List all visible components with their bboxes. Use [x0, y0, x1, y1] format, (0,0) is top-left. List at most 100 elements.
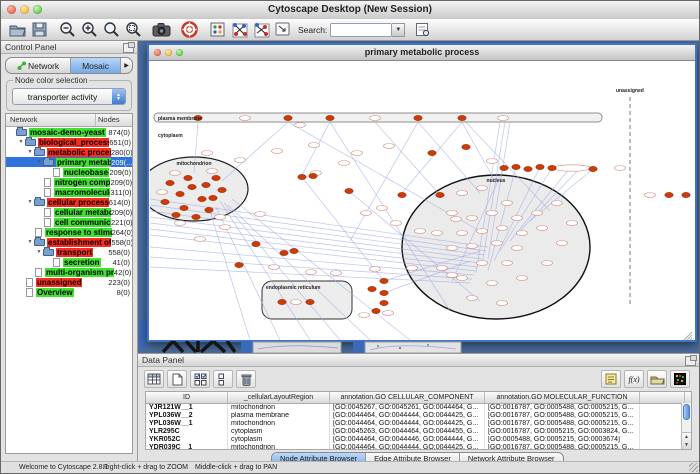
- network-canvas[interactable]: plasma membrane cytoplasm mitochondrion …: [150, 61, 694, 339]
- graph-label-node[interactable]: [451, 217, 462, 222]
- graph-label-node[interactable]: [255, 212, 266, 217]
- graph-node[interactable]: [290, 248, 298, 253]
- graph-node[interactable]: [682, 192, 690, 197]
- tree-item-biological-process[interactable]: ▼biological_process651(0): [6, 137, 132, 147]
- scroll-up-icon[interactable]: ▲: [682, 433, 691, 441]
- graph-node[interactable]: [212, 175, 220, 180]
- tree-item-overview[interactable]: Overview8(0): [6, 287, 132, 297]
- disclosure-triangle-icon[interactable]: ▼: [35, 159, 43, 165]
- graph-label-node[interactable]: [552, 201, 563, 206]
- delete-attribute-button[interactable]: [236, 370, 256, 388]
- graph-label-node[interactable]: [295, 123, 306, 128]
- graph-edge[interactable]: [375, 122, 440, 195]
- graph-node[interactable]: [205, 207, 213, 212]
- graph-node[interactable]: [372, 308, 380, 313]
- graph-label-node[interactable]: [457, 231, 468, 236]
- new-attribute-button[interactable]: [167, 370, 187, 388]
- graph-label-node[interactable]: [391, 221, 402, 226]
- graph-node[interactable]: [252, 241, 260, 246]
- tree-item-transport[interactable]: ▼transport558(0): [6, 247, 132, 257]
- graph-label-node[interactable]: [383, 311, 394, 316]
- table-row[interactable]: YJR121W__1mitochondrion[GO:0045267, GO:0…: [146, 404, 691, 412]
- formula-button[interactable]: f(x): [624, 370, 644, 388]
- graph-node[interactable]: [665, 192, 673, 197]
- scrollbar-arrows[interactable]: ▲▼: [682, 432, 691, 449]
- graph-label-node[interactable]: [497, 301, 508, 306]
- graph-node[interactable]: [345, 188, 353, 193]
- tree-item-primary-metabo[interactable]: ▼primary metabo209(...: [6, 157, 132, 167]
- manual-layout-button[interactable]: [272, 20, 294, 39]
- graph-label-node[interactable]: [432, 231, 443, 236]
- zoom-button[interactable]: [33, 5, 42, 14]
- graph-node[interactable]: [536, 164, 544, 169]
- layout-button-1[interactable]: [228, 20, 250, 39]
- tree-item-metabolic-process[interactable]: ▼metabolic process280(0): [6, 147, 132, 157]
- graph-node[interactable]: [184, 175, 192, 180]
- graph-label-node[interactable]: [467, 296, 478, 301]
- graph-label-node[interactable]: [467, 216, 478, 221]
- graph-label-node[interactable]: [492, 241, 503, 246]
- graph-label-node[interactable]: [309, 143, 320, 148]
- graph-label-node[interactable]: [487, 211, 498, 216]
- graph-node[interactable]: [512, 164, 520, 169]
- table-row[interactable]: YPL036W__1mitochondrion[GO:0044464, GO:0…: [146, 420, 691, 428]
- graph-label-node[interactable]: [477, 229, 488, 234]
- column-header-filler[interactable]: [640, 392, 685, 403]
- graph-label-node[interactable]: [175, 221, 186, 226]
- column-header-annotation-go-molecular-function[interactable]: annotation.GO MOLECULAR_FUNCTION: [485, 392, 640, 403]
- graph-label-node[interactable]: [487, 281, 498, 286]
- graph-label-node[interactable]: [240, 116, 251, 121]
- graph-node[interactable]: [202, 182, 210, 187]
- graph-node[interactable]: [458, 115, 466, 120]
- column-header-cellularlayoutregion[interactable]: _cellularLayoutRegion: [228, 392, 330, 403]
- graph-label-node[interactable]: [202, 151, 213, 156]
- graph-label-node[interactable]: [407, 266, 418, 271]
- zoom-selected-button[interactable]: [122, 20, 144, 39]
- tree-item-establishment-of-lo[interactable]: ▼establishment of lo558(0): [6, 237, 132, 247]
- disclosure-triangle-icon[interactable]: ▼: [35, 249, 43, 255]
- graph-label-node[interactable]: [502, 201, 513, 206]
- graph-label-node[interactable]: [207, 169, 218, 174]
- tree-item-cellular-metabol[interactable]: cellular metabol209(0): [6, 207, 132, 217]
- graph-label-node[interactable]: [615, 166, 626, 171]
- column-header-annotation-go-cellular-component[interactable]: annotation.GO CELLULAR_COMPONENT: [330, 392, 485, 403]
- graph-edge[interactable]: [462, 122, 496, 183]
- graph-node[interactable]: [524, 166, 532, 171]
- graph-label-node[interactable]: [645, 193, 656, 198]
- close-button[interactable]: [7, 5, 16, 14]
- graph-node[interactable]: [414, 115, 422, 120]
- graph-label-node[interactable]: [272, 149, 283, 154]
- scrollbar-thumb[interactable]: [683, 404, 690, 420]
- select-all-attributes-button[interactable]: [190, 370, 210, 388]
- graph-node[interactable]: [198, 196, 206, 201]
- graph-node[interactable]: [180, 205, 188, 210]
- zoom-in-button[interactable]: [78, 20, 100, 39]
- tree-item-multi-organism-pro[interactable]: multi-organism pro42(0): [6, 267, 132, 277]
- graph-label-node[interactable]: [170, 171, 181, 176]
- graph-node[interactable]: [192, 214, 200, 219]
- graph-node[interactable]: [380, 290, 388, 295]
- graph-edge[interactable]: [302, 177, 384, 281]
- graph-label-node[interactable]: [477, 261, 488, 266]
- view-minimize-button[interactable]: [165, 49, 172, 56]
- graph-label-node[interactable]: [195, 237, 206, 242]
- graph-node[interactable]: [176, 191, 184, 196]
- graph-node[interactable]: [380, 278, 388, 283]
- tab-mosaic[interactable]: Mosaic: [71, 58, 121, 73]
- graph-node[interactable]: [500, 165, 508, 170]
- graph-node[interactable]: [298, 174, 306, 179]
- snapshot-button[interactable]: [150, 20, 172, 39]
- graph-label-node[interactable]: [487, 159, 498, 164]
- graph-node[interactable]: [309, 173, 317, 178]
- graph-edge[interactable]: [210, 211, 250, 340]
- graph-label-node[interactable]: [497, 226, 508, 231]
- graph-label-node[interactable]: [567, 221, 578, 226]
- table-row[interactable]: YDR039C__1mitochondrion[GO:0044464, GO:0…: [146, 444, 691, 450]
- graph-node[interactable]: [284, 115, 292, 120]
- graph-label-node[interactable]: [457, 276, 468, 281]
- graph-label-node[interactable]: [361, 211, 372, 216]
- view-zoom-button[interactable]: [176, 49, 183, 56]
- graph-label-node[interactable]: [512, 216, 523, 221]
- tree-item-mosaic-demo-yeast[interactable]: mosaic-demo-yeast874(0): [6, 127, 132, 137]
- graph-label-node[interactable]: [384, 144, 395, 149]
